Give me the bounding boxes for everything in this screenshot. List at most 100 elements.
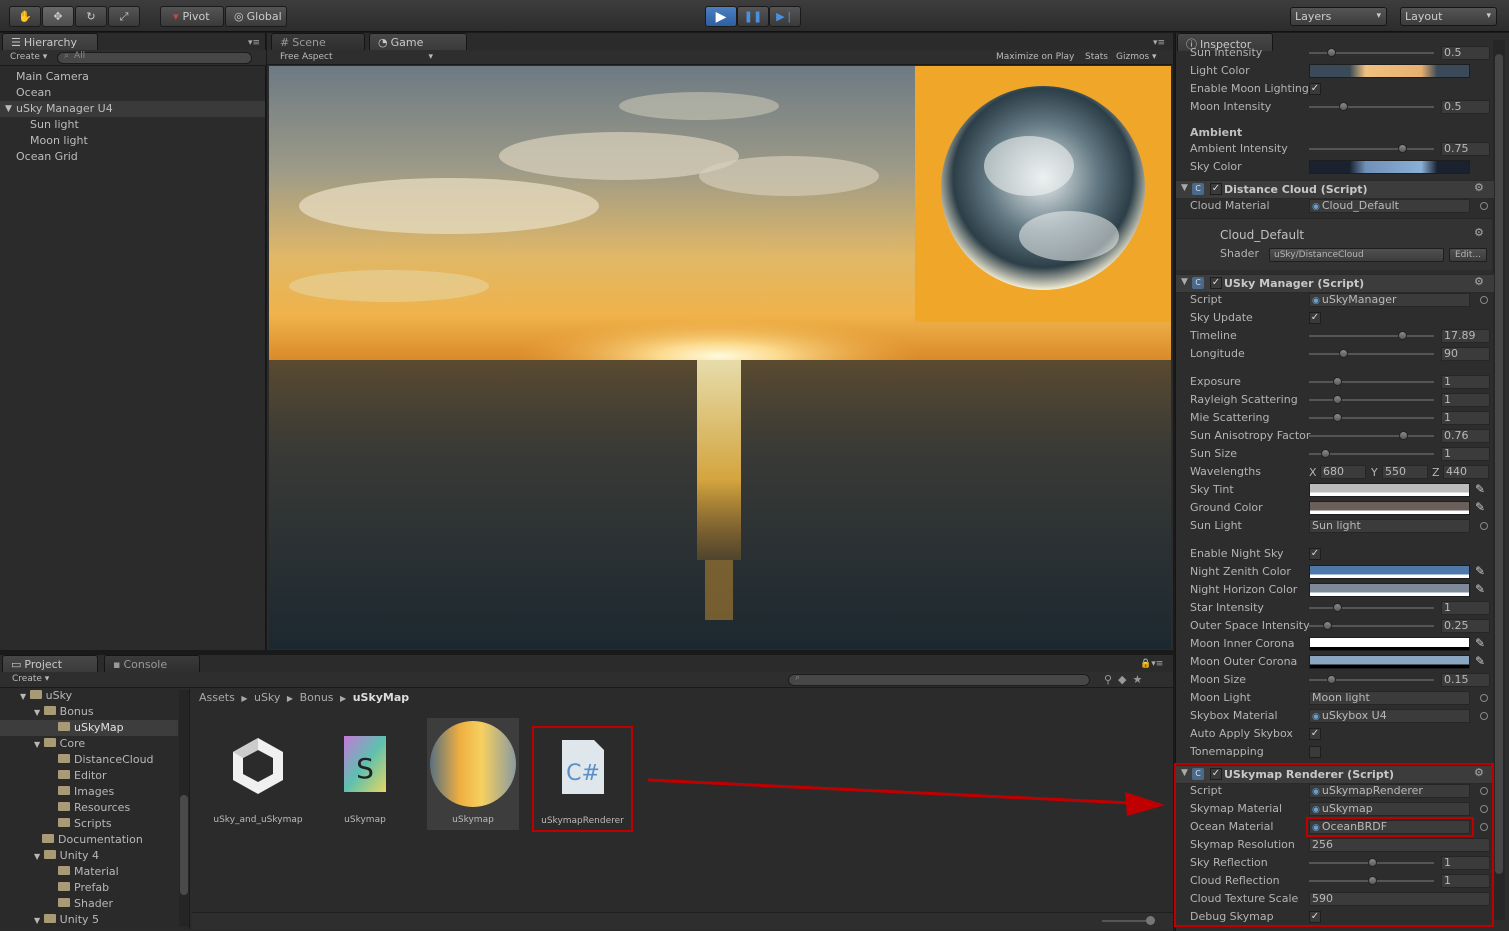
asset-item-selected[interactable]: uSkymap — [427, 718, 519, 830]
value-slider[interactable] — [1309, 331, 1434, 340]
wavelength-z-field[interactable]: 440 — [1443, 465, 1489, 479]
scrollbar-thumb[interactable] — [180, 795, 188, 895]
value-slider[interactable] — [1309, 603, 1434, 612]
expand-arrow-icon[interactable]: ▼ — [5, 101, 12, 117]
slider-knob[interactable] — [1332, 413, 1342, 422]
shader-dropdown[interactable]: uSky/DistanceCloud — [1269, 248, 1444, 262]
slider-knob[interactable] — [1320, 449, 1330, 458]
tree-item[interactable]: ▼ Core — [34, 736, 85, 752]
light-color-swatch[interactable] — [1309, 64, 1470, 78]
object-picker-icon[interactable] — [1480, 296, 1488, 304]
number-field[interactable]: 1 — [1441, 375, 1490, 389]
pause-button[interactable]: ❚❚ — [737, 6, 769, 27]
moon-inner-corona-swatch[interactable] — [1309, 637, 1470, 651]
object-field[interactable]: ◉ Cloud_Default — [1309, 199, 1470, 213]
number-field[interactable]: 0.5 — [1441, 100, 1490, 114]
night-horizon-swatch[interactable] — [1309, 583, 1470, 597]
hierarchy-item[interactable]: Sun light — [0, 117, 265, 133]
tab-game[interactable]: ◔ Game — [369, 33, 467, 51]
tab-console[interactable]: ▪ Console — [104, 655, 200, 673]
maximize-on-play-toggle[interactable]: Maximize on Play — [996, 52, 1074, 62]
hierarchy-item[interactable]: Main Camera — [0, 69, 265, 85]
step-button[interactable]: ▶❘ — [769, 6, 801, 27]
slider-knob[interactable] — [1326, 48, 1336, 57]
scrollbar-thumb[interactable] — [1495, 54, 1503, 874]
tree-item[interactable]: ▼ Bonus — [34, 704, 94, 720]
game-viewport[interactable] — [269, 66, 1171, 649]
eyedropper-icon[interactable]: ✎ — [1475, 482, 1485, 496]
value-slider[interactable] — [1309, 431, 1434, 440]
tree-item[interactable]: ▼ uSky — [20, 688, 72, 704]
sky-tint-swatch[interactable] — [1309, 483, 1470, 497]
checkbox[interactable]: ✓ — [1309, 548, 1321, 560]
wavelength-x-field[interactable]: 680 — [1320, 465, 1366, 479]
scale-tool-button[interactable]: ⤢ — [108, 6, 140, 27]
number-field[interactable]: 1 — [1441, 601, 1490, 615]
checkbox[interactable] — [1309, 746, 1321, 758]
object-field[interactable]: Moon light — [1309, 691, 1470, 705]
gear-icon[interactable]: ⚙ — [1474, 181, 1484, 194]
number-field[interactable]: 1 — [1441, 447, 1490, 461]
lock-icon[interactable]: 🔒▾≡ — [1140, 659, 1163, 669]
global-toggle[interactable]: ◎ Global — [225, 6, 287, 27]
hand-tool-button[interactable]: ✋ — [9, 6, 41, 27]
moon-outer-corona-swatch[interactable] — [1309, 655, 1470, 669]
tree-item[interactable]: Documentation — [42, 832, 143, 848]
hierarchy-item[interactable]: Moon light — [0, 133, 265, 149]
slider-knob[interactable] — [1338, 102, 1348, 111]
value-slider[interactable] — [1309, 102, 1434, 111]
value-slider[interactable] — [1309, 377, 1434, 386]
sun-light-field[interactable]: Sun light — [1309, 519, 1470, 533]
wavelength-y-field[interactable]: 550 — [1382, 465, 1428, 479]
night-zenith-swatch[interactable] — [1309, 565, 1470, 579]
gear-icon[interactable]: ⚙ — [1474, 275, 1484, 288]
number-field[interactable]: 0.76 — [1441, 429, 1490, 443]
hierarchy-create-button[interactable]: Create ▾ — [10, 52, 47, 62]
value-slider[interactable] — [1309, 413, 1434, 422]
number-field[interactable]: 17.89 — [1441, 329, 1490, 343]
tree-item[interactable]: Scripts — [58, 816, 112, 832]
hierarchy-item[interactable]: Ocean — [0, 85, 265, 101]
tree-item[interactable]: Prefab — [58, 880, 109, 896]
tree-item[interactable]: Resources — [58, 800, 130, 816]
checkbox[interactable]: ✓ — [1309, 83, 1321, 95]
panel-menu-icon[interactable]: ▾≡ — [248, 38, 260, 48]
object-picker-icon[interactable] — [1480, 522, 1488, 530]
object-picker-icon[interactable] — [1480, 712, 1488, 720]
tree-item[interactable]: Images — [58, 784, 114, 800]
aspect-dropdown[interactable]: Free Aspect ▾ — [280, 52, 435, 62]
number-field[interactable]: 1 — [1441, 411, 1490, 425]
slider-knob[interactable] — [1397, 144, 1407, 153]
value-slider[interactable] — [1309, 48, 1434, 57]
slider-knob[interactable] — [1332, 395, 1342, 404]
number-field[interactable]: 0.5 — [1441, 46, 1490, 60]
object-field[interactable]: ◉ uSkybox U4 — [1309, 709, 1470, 723]
number-field[interactable]: 0.15 — [1441, 673, 1490, 687]
zoom-slider[interactable] — [1102, 916, 1155, 925]
slider-knob[interactable] — [1338, 349, 1348, 358]
hierarchy-item-selected[interactable]: ▼ uSky Manager U4 — [0, 101, 265, 117]
layers-dropdown[interactable]: Layers — [1290, 7, 1387, 26]
filter-icons[interactable]: ⚲◆★ — [1104, 673, 1148, 686]
eyedropper-icon[interactable]: ✎ — [1475, 582, 1485, 596]
tree-scrollbar[interactable] — [179, 690, 189, 927]
component-enable-checkbox[interactable]: ✓ — [1210, 183, 1222, 195]
slider-knob[interactable] — [1332, 377, 1342, 386]
tree-item[interactable]: Material — [58, 864, 119, 880]
asset-item-highlighted[interactable]: C# uSkymapRenderer — [532, 726, 633, 832]
gear-icon[interactable]: ⚙ — [1474, 226, 1484, 239]
asset-item[interactable]: S uSkymap — [320, 720, 410, 830]
object-picker-icon[interactable] — [1480, 202, 1488, 210]
layout-dropdown[interactable]: Layout — [1400, 7, 1497, 26]
tab-hierarchy[interactable]: ☰ Hierarchy — [2, 33, 98, 51]
object-field[interactable]: ◉ uSkyManager — [1309, 293, 1470, 307]
tree-item[interactable]: DistanceCloud — [58, 752, 154, 768]
checkbox[interactable]: ✓ — [1309, 728, 1321, 740]
tab-scene[interactable]: # Scene — [271, 33, 365, 51]
breadcrumb-item[interactable]: uSky — [254, 691, 280, 704]
ground-color-swatch[interactable] — [1309, 501, 1470, 515]
zoom-slider-knob[interactable] — [1146, 916, 1155, 925]
project-create-button[interactable]: Create ▾ — [12, 674, 49, 684]
eyedropper-icon[interactable]: ✎ — [1475, 500, 1485, 514]
number-field[interactable]: 0.75 — [1441, 142, 1490, 156]
